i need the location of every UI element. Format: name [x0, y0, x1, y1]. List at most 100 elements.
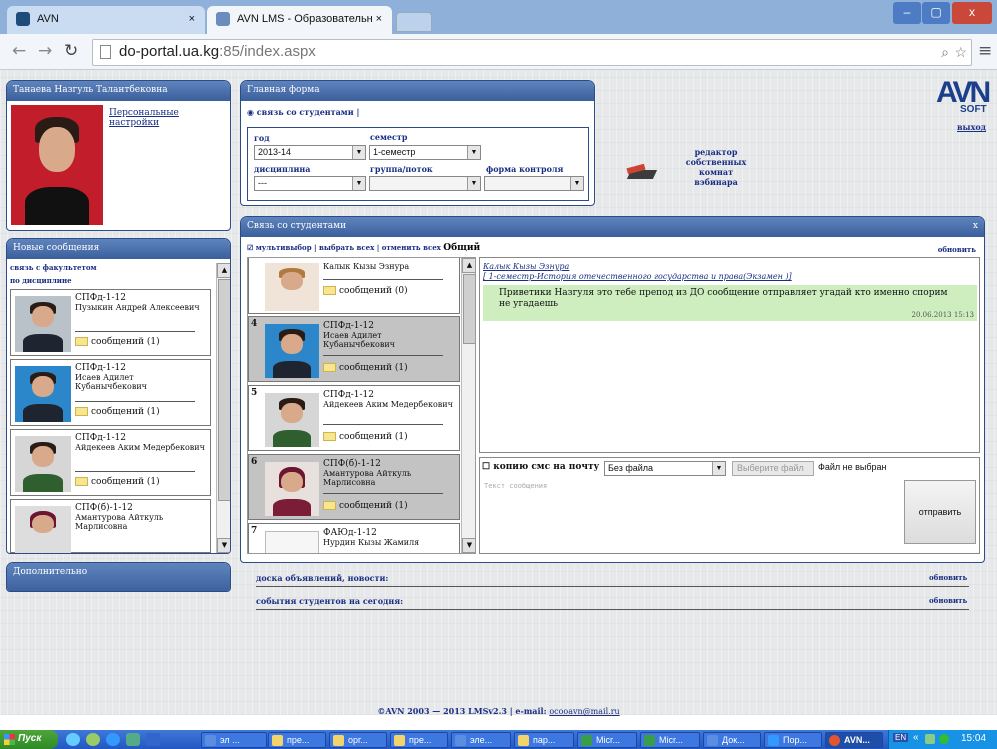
scroll-up-icon: ▲ [462, 258, 475, 273]
browser-tab-avn[interactable]: AVN × [7, 6, 205, 34]
taskbar: Пуск эл ... пре... орг... пре... эле... … [0, 730, 997, 749]
envelope-icon [323, 501, 336, 510]
faculty-link[interactable]: связь с факультетом [10, 263, 97, 272]
thread-user-link[interactable]: Калык Кызы Эзнура [483, 262, 569, 271]
taskbar-item[interactable]: эле... [451, 732, 511, 748]
discipline-select[interactable]: --- ▼ [254, 176, 366, 191]
profile-photo [11, 105, 103, 225]
filter-box: год семестр 2013-14 ▼ 1-семестр ▼ дисципли… [247, 127, 589, 201]
new-tab-button[interactable] [396, 12, 432, 32]
student-card[interactable]: 5 СПФд-1-12 Айдекеев Аким Медербекович с… [248, 385, 460, 451]
ie-icon[interactable] [106, 733, 120, 746]
minimize-button[interactable]: ‒ [893, 2, 921, 24]
student-photo [15, 366, 71, 422]
close-chat-icon[interactable]: x [973, 221, 978, 231]
taskbar-item[interactable]: Пор... [764, 732, 822, 748]
close-tab-icon[interactable]: × [189, 13, 195, 25]
no-file-label: Файл не выбран [818, 462, 887, 472]
antivirus-icon[interactable] [939, 734, 949, 744]
board-refresh-link[interactable]: обновить [929, 573, 967, 582]
students-radio[interactable]: ◉ связь со студентами | [247, 107, 359, 117]
browser-tab-lms[interactable]: AVN LMS - Образовательн × [207, 6, 392, 34]
taskbar-item[interactable]: Micr... [577, 732, 637, 748]
tray-expand-icon[interactable]: « [913, 732, 919, 743]
extra-title[interactable]: Дополнительно [7, 563, 230, 591]
back-arrow-icon[interactable]: ← [12, 41, 26, 61]
close-tab-icon[interactable]: × [376, 13, 382, 25]
list-item[interactable]: СПФд-1-12 Пузыкин Андрей Алексеевич сооб… [10, 289, 211, 356]
taskbar-item-active[interactable]: AVN... [825, 732, 883, 748]
semester-select[interactable]: 1-семестр ▼ [369, 145, 481, 160]
student-list: Калык Кызы Эзнура сообщений (0) 4 СПФд-1… [247, 257, 476, 554]
thread-subject-link[interactable]: [ 1-семестр-История отечественного госуд… [483, 272, 792, 281]
student-list-scrollbar[interactable]: ▲ ▼ [461, 258, 475, 553]
quicklaunch-icon[interactable] [66, 733, 80, 746]
zoom-icon[interactable]: ⌕ [941, 40, 949, 64]
personal-settings-link[interactable]: Персональные настройки [109, 108, 189, 128]
taskbar-item[interactable]: Док... [703, 732, 761, 748]
avn-favicon-icon [16, 12, 30, 26]
taskbar-item[interactable]: Micr... [640, 732, 700, 748]
system-tray: EN « 15:04 [888, 730, 997, 749]
student-card[interactable]: 6 СПФ(б)-1-12 Амантурова Айткуль Марлисо… [248, 454, 460, 520]
events-title: события студентов на сегодня: [256, 596, 404, 606]
message-textarea[interactable]: Текст сообщения [482, 480, 902, 550]
address-bar[interactable]: do-portal.ua.kg:85/index.aspx ⌕ ☆ [92, 39, 972, 66]
copy-sms-checkbox[interactable]: ☐ копию смс на почту [482, 462, 599, 472]
student-card[interactable]: 4 СПФд-1-12 Исаев Адилет Кубанычбекович … [248, 316, 460, 382]
quicklaunch-icon[interactable] [126, 733, 140, 746]
list-item[interactable]: СПФд-1-12 Исаев Адилет Кубанычбекович со… [10, 359, 211, 426]
bookmark-star-icon[interactable]: ☆ [954, 40, 967, 64]
taskbar-item[interactable]: орг... [329, 732, 387, 748]
chat-title: Связь со студентами [241, 217, 984, 237]
student-card[interactable]: 7 ФАЮд-1-12 Нурдин Кызы Жамиля [248, 523, 460, 553]
maximize-button[interactable]: ▢ [922, 2, 950, 24]
control-form-select[interactable]: ▼ [484, 176, 584, 191]
send-button[interactable]: отправить [904, 480, 976, 544]
refresh-chat-link[interactable]: обновить [938, 245, 976, 254]
save-icon[interactable] [146, 733, 160, 746]
file-select[interactable]: Без файла ▼ [604, 461, 726, 476]
envelope-icon [323, 432, 336, 441]
list-item[interactable]: СПФ(б)-1-12 Амантурова Айткуль Марлисовн… [10, 499, 211, 553]
taskbar-item[interactable]: пре... [268, 732, 326, 748]
general-tab[interactable]: Общий [443, 243, 480, 253]
menu-icon[interactable]: ≡ [978, 41, 992, 61]
list-item[interactable]: СПФд-1-12 Айдекеев Аким Медербекович соо… [10, 429, 211, 496]
messages-count[interactable]: сообщений (1) [75, 337, 160, 347]
start-button[interactable]: Пуск [0, 730, 58, 749]
deselect-all-link[interactable]: отменить всех [382, 243, 441, 252]
network-icon[interactable] [925, 734, 935, 744]
close-window-button[interactable]: x [952, 2, 992, 24]
message-thread: Калык Кызы Эзнура [ 1-семестр-История от… [479, 257, 980, 453]
forward-arrow-icon[interactable]: → [38, 41, 52, 61]
board-title: доска объявлений, новости: [256, 573, 389, 583]
messages-count[interactable]: сообщений (1) [75, 477, 160, 487]
taskbar-item[interactable]: эл ... [201, 732, 267, 748]
browser-toolbar: ← → ↻ do-portal.ua.kg:85/index.aspx ⌕ ☆ … [0, 34, 997, 70]
logout-link[interactable]: выход [957, 122, 986, 132]
messages-count[interactable]: сообщений (1) [75, 407, 160, 417]
group-select[interactable]: ▼ [369, 176, 481, 191]
discipline-link[interactable]: по дисциплине [10, 276, 72, 285]
events-refresh-link[interactable]: обновить [929, 596, 967, 605]
webinar-editor-icon[interactable] [625, 163, 663, 185]
multiselect-checkbox[interactable]: ☑ мультивыбор [247, 243, 312, 252]
select-all-link[interactable]: выбрать всех [319, 243, 374, 252]
messages-scrollbar[interactable]: ▲ ▼ [216, 263, 230, 553]
webinar-editor-link[interactable]: редактор собственных комнат вэбинара [676, 147, 756, 187]
choose-file-button[interactable]: Выберите файл [732, 461, 814, 476]
student-card[interactable]: Калык Кызы Эзнура сообщений (0) [248, 258, 460, 314]
reload-icon[interactable]: ↻ [64, 41, 78, 61]
language-indicator[interactable]: EN [893, 733, 909, 742]
year-select[interactable]: 2013-14 ▼ [254, 145, 366, 160]
scroll-down-icon: ▼ [217, 538, 230, 553]
taskbar-item[interactable]: пар... [514, 732, 574, 748]
footer-email-link[interactable]: ocooavn@mail.ru [549, 707, 619, 716]
envelope-icon [75, 407, 88, 416]
quicklaunch-icon[interactable] [86, 733, 100, 746]
student-photo [265, 263, 319, 311]
avn-logo-sub: SOFT [960, 104, 987, 115]
page-icon [100, 45, 111, 59]
taskbar-item[interactable]: пре... [390, 732, 448, 748]
